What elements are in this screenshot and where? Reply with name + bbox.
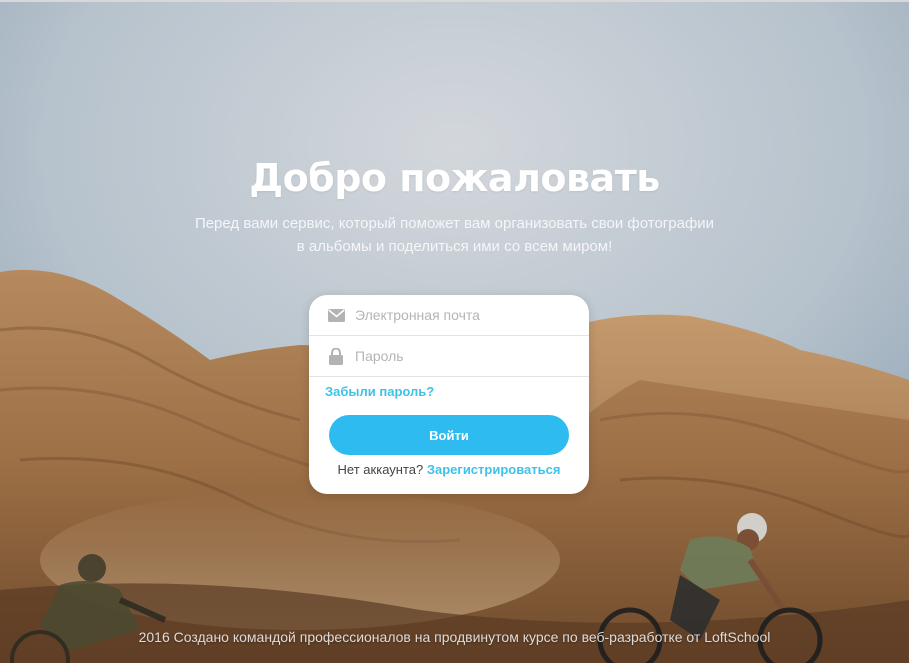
forgot-password-link[interactable]: Забыли пароль? bbox=[325, 385, 589, 399]
subtitle-line-1: Перед вами сервис, который поможет вам о… bbox=[194, 215, 715, 232]
lock-icon bbox=[327, 347, 345, 365]
email-field-row bbox=[309, 295, 589, 336]
password-field-row bbox=[309, 336, 589, 377]
register-link[interactable]: Зарегистрироваться bbox=[427, 462, 561, 477]
password-input[interactable] bbox=[355, 348, 565, 364]
page-title: Добро пожаловать bbox=[249, 156, 660, 200]
login-form: Забыли пароль? Войти Нет аккаунта? Зарег… bbox=[309, 295, 589, 494]
register-row: Нет аккаунта? Зарегистрироваться bbox=[309, 462, 589, 478]
login-page: Добро пожаловать Перед вами сервис, кото… bbox=[0, 0, 909, 663]
page-subtitle: Перед вами сервис, который поможет вам о… bbox=[155, 212, 755, 258]
login-button[interactable]: Войти bbox=[329, 415, 569, 455]
footer-copyright: 2016 Создано командой профессионалов на … bbox=[138, 629, 771, 645]
envelope-icon bbox=[327, 306, 345, 324]
hero: Добро пожаловать Перед вами сервис, кото… bbox=[0, 150, 909, 258]
subtitle-line-2: в альбомы и поделиться ими со всем миром… bbox=[296, 238, 613, 255]
top-border bbox=[0, 0, 909, 2]
no-account-text: Нет аккаунта? bbox=[337, 462, 424, 477]
email-input[interactable] bbox=[355, 307, 565, 323]
